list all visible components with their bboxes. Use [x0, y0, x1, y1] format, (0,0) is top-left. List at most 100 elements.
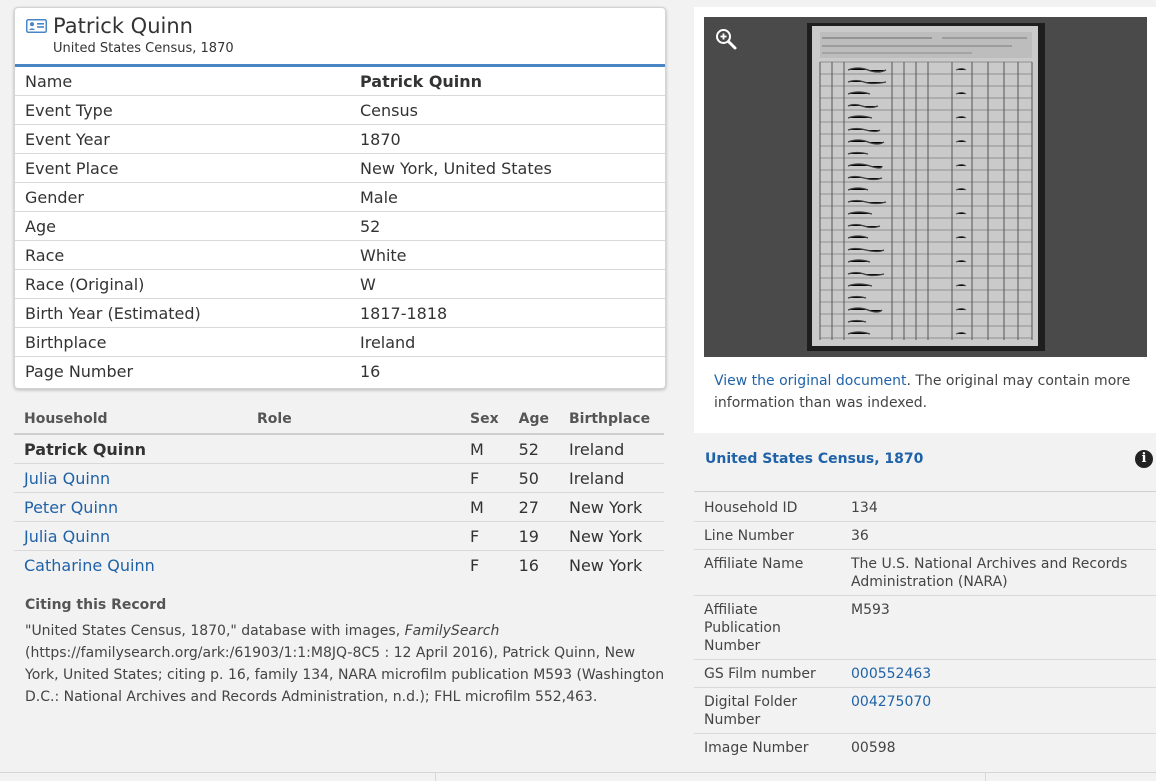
household-member-role — [247, 434, 460, 464]
fact-value: 1870 — [340, 124, 665, 154]
household-member-sex: F — [460, 463, 509, 493]
household-member-link[interactable]: Catharine Quinn — [24, 556, 155, 575]
household-table: Household Role Sex Age Birthplace Patric… — [14, 405, 664, 579]
citation-part-2: (https://familysearch.org/ark:/61903/1:1… — [25, 645, 665, 705]
fact-value: White — [340, 240, 665, 270]
detail-row: GS Film number 000552463 — [694, 659, 1156, 688]
fact-row: Gender Male — [15, 182, 665, 212]
info-icon[interactable]: i — [1135, 450, 1153, 468]
household-member-sex: F — [460, 521, 509, 551]
household-member-role — [247, 521, 460, 551]
fact-label: Race (Original) — [15, 269, 340, 299]
fact-row: Race (Original) W — [15, 269, 665, 299]
detail-row: Image Number 00598 — [694, 734, 1156, 762]
detail-value: 00598 — [851, 740, 896, 756]
household-member-age: 52 — [508, 434, 559, 464]
citation-part-1: "United States Census, 1870," database w… — [25, 623, 405, 639]
household-member-link[interactable]: Peter Quinn — [24, 498, 118, 517]
image-viewer-panel: View the original document. The original… — [694, 7, 1156, 433]
detail-row: Line Number 36 — [694, 521, 1156, 550]
fact-value: 52 — [340, 211, 665, 241]
household-member-role — [247, 551, 460, 580]
person-name: Patrick Quinn — [53, 14, 193, 38]
fact-value: New York, United States — [340, 153, 665, 183]
fact-row: Page Number 16 — [15, 357, 665, 386]
zoom-in-icon[interactable] — [714, 27, 738, 51]
fact-label: Birth Year (Estimated) — [15, 298, 340, 328]
record-collection: United States Census, 1870 — [53, 41, 234, 56]
view-original-note: View the original document. The original… — [714, 370, 1144, 414]
record-card-header: Patrick Quinn United States Census, 1870 — [15, 8, 665, 67]
household-member-role — [247, 492, 460, 522]
household-member-link[interactable]: Julia Quinn — [24, 527, 110, 546]
household-member-name: Patrick Quinn — [14, 434, 247, 464]
citation-text: "United States Census, 1870," database w… — [25, 620, 670, 708]
fact-row: Event Place New York, United States — [15, 153, 665, 183]
household-member-role — [247, 463, 460, 493]
collection-title-link[interactable]: United States Census, 1870 — [705, 451, 923, 467]
household-member-birthplace: New York — [558, 492, 664, 522]
fact-label: Age — [15, 211, 340, 241]
household-member-birthplace: New York — [558, 521, 664, 551]
detail-label: Affiliate Name — [694, 549, 841, 596]
fact-label: Event Year — [15, 124, 340, 154]
detail-value: 134 — [841, 494, 1156, 522]
household-row: Julia Quinn F 50 Ireland — [14, 463, 664, 493]
detail-value: 36 — [841, 521, 1156, 550]
household-header-age: Age — [508, 405, 559, 435]
fact-value: 1817-1818 — [340, 298, 665, 328]
fact-value: Male — [340, 182, 665, 212]
fact-value: 16 — [360, 361, 381, 381]
census-page-paper — [812, 26, 1038, 346]
fact-label: Race — [15, 240, 340, 270]
document-image-viewer[interactable] — [704, 17, 1147, 357]
fact-row: Event Type Census — [15, 95, 665, 125]
detail-value: The U.S. National Archives and Records A… — [841, 549, 1156, 596]
census-page-thumbnail[interactable] — [807, 23, 1045, 351]
household-row: Julia Quinn F 19 New York — [14, 521, 664, 551]
household-row: Patrick Quinn M 52 Ireland — [14, 434, 664, 464]
collection-divider — [694, 491, 1156, 492]
household-member-link[interactable]: Julia Quinn — [24, 469, 110, 488]
household-header-row: Household Role Sex Age Birthplace — [14, 405, 664, 435]
fact-label: Birthplace — [15, 327, 340, 357]
household-member-age: 27 — [508, 492, 559, 522]
fact-value: Patrick Quinn — [340, 67, 665, 96]
detail-row: Affiliate Publication Number M593 — [694, 595, 1156, 660]
fact-label: Page Number — [25, 361, 134, 381]
household-row: Catharine Quinn F 16 New York — [14, 551, 664, 580]
view-original-link[interactable]: View the original document — [714, 373, 907, 389]
collection-details-table: Household ID 134 Line Number 36 Affiliat… — [694, 494, 1156, 761]
detail-label: Digital Folder Number — [694, 687, 841, 734]
detail-row: Digital Folder Number 004275070 — [694, 687, 1156, 734]
fact-label: Event Place — [15, 153, 340, 183]
detail-label: Image Number — [704, 740, 809, 756]
footer-divider — [0, 772, 1156, 773]
household-member-age: 50 — [508, 463, 559, 493]
detail-row: Household ID 134 — [694, 494, 1156, 522]
digital-folder-number-link[interactable]: 004275070 — [851, 694, 931, 710]
footer-divider-tick — [435, 772, 436, 781]
detail-label: Line Number — [694, 521, 841, 550]
census-page-lines — [812, 26, 1038, 346]
household-member-sex: M — [460, 434, 509, 464]
fact-value: Ireland — [340, 327, 665, 357]
person-card-icon — [26, 19, 47, 33]
gs-film-number-link[interactable]: 000552463 — [851, 666, 931, 682]
household-row: Peter Quinn M 27 New York — [14, 492, 664, 522]
citation-title: Citing this Record — [25, 597, 167, 613]
fact-row: Name Patrick Quinn — [15, 67, 665, 96]
household-member-sex: F — [470, 555, 480, 575]
household-member-age: 16 — [518, 555, 539, 575]
household-header-role: Role — [247, 405, 460, 435]
fact-row: Birthplace Ireland — [15, 327, 665, 357]
detail-value: M593 — [841, 595, 1156, 660]
fact-value: Census — [340, 95, 665, 125]
household-header-name: Household — [14, 405, 247, 435]
footer-divider-tick — [985, 772, 986, 781]
detail-label: Affiliate Publication Number — [694, 595, 841, 660]
detail-label: Household ID — [694, 494, 841, 522]
record-facts-table: Name Patrick Quinn Event Type Census Event… — [15, 67, 665, 385]
household-header-sex: Sex — [460, 405, 509, 435]
fact-row: Birth Year (Estimated) 1817-1818 — [15, 298, 665, 328]
